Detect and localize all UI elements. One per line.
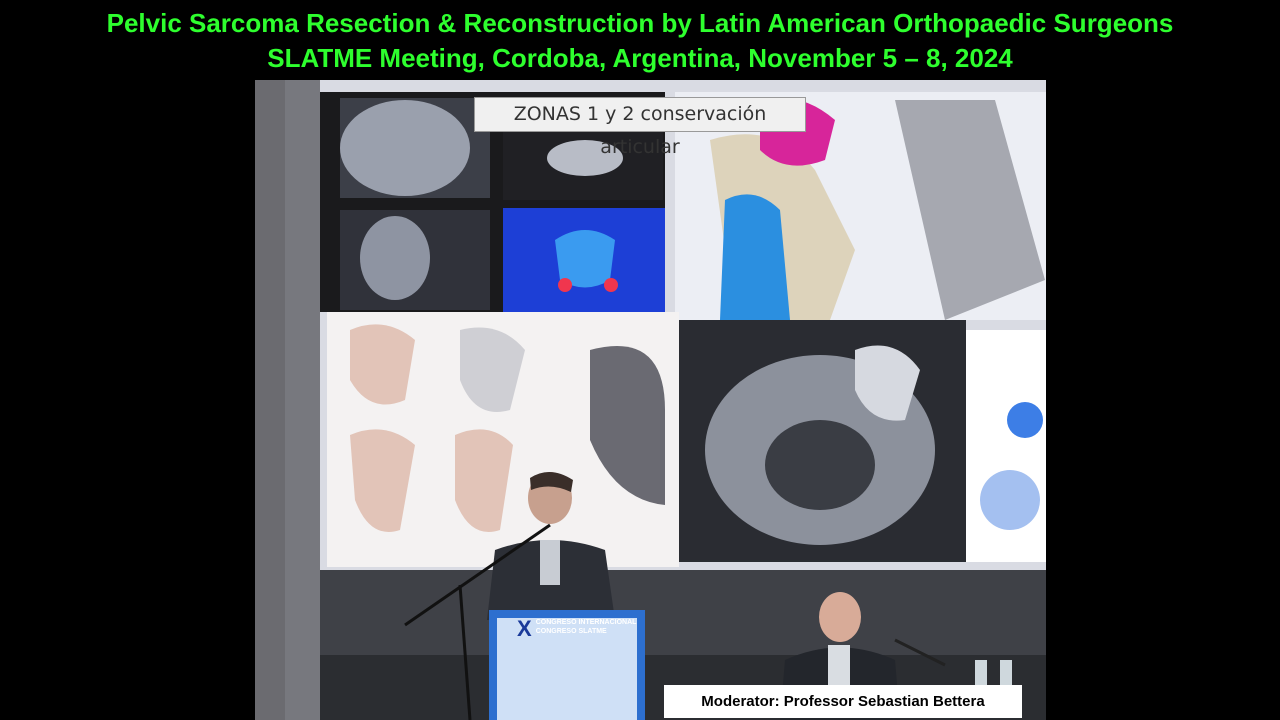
moderator-caption: Moderator: Professor Sebastian Bettera: [664, 685, 1022, 718]
podium-line2: CONGRESO SLATME: [535, 628, 607, 635]
slide-title: ZONAS 1 y 2 conservación articular: [474, 97, 806, 158]
header-subtitle: SLATME Meeting, Cordoba, Argentina, Nove…: [267, 43, 1013, 73]
video-header: Pelvic Sarcoma Resection & Reconstructio…: [0, 0, 1280, 80]
podium-line1: CONGRESO INTERNACIONAL: [535, 619, 637, 626]
podium-sign: X CONGRESO INTERNACIONAL CONGRESO SLATME: [517, 618, 642, 640]
conference-photo: ZONAS 1 y 2 conservación articular X CON…: [255, 80, 1046, 720]
photo-scene: [255, 80, 1046, 720]
header-title: Pelvic Sarcoma Resection & Reconstructio…: [106, 8, 1174, 38]
podium-numeral: X: [517, 616, 532, 641]
